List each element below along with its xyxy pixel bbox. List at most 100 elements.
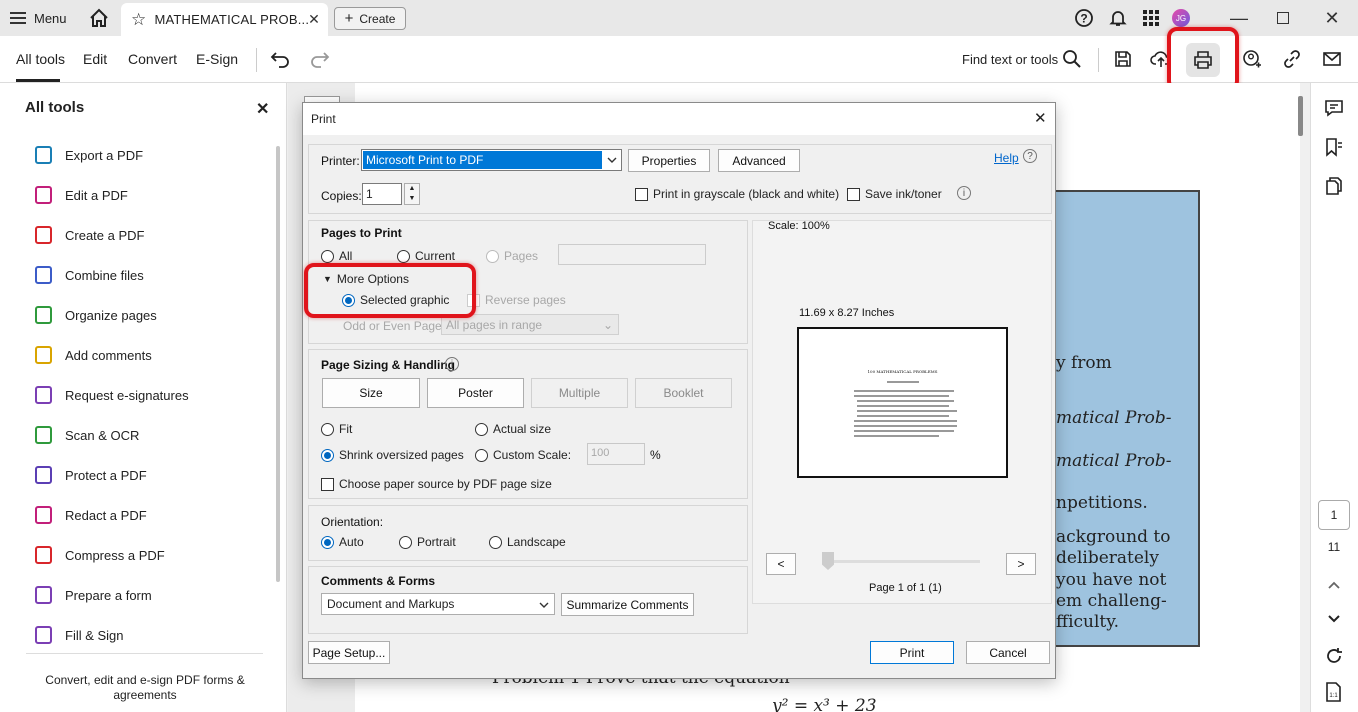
close-tab-icon[interactable]: ✕ — [308, 11, 320, 28]
undo-icon[interactable] — [269, 50, 291, 68]
save-ink-checkbox[interactable] — [847, 187, 860, 201]
sidebar-item-scan-ocr[interactable]: Scan & OCR — [35, 424, 139, 446]
actual-size-radio[interactable] — [475, 422, 488, 436]
avatar[interactable]: JG — [1172, 9, 1190, 27]
sidebar-scrollbar[interactable] — [276, 146, 280, 582]
comments-forms-select[interactable]: Document and Markups — [321, 593, 555, 615]
sidebar-item-prepare-a-form[interactable]: Prepare a form — [35, 584, 152, 606]
comments-forms-value: Document and Markups — [327, 597, 455, 611]
sidebar-item-create-a-pdf[interactable]: Create a PDF — [35, 224, 144, 246]
properties-button[interactable]: Properties — [628, 149, 710, 172]
pages-current-label: Current — [415, 249, 456, 263]
menu-button[interactable]: Menu — [10, 6, 67, 30]
sidebar-item-label: Prepare a form — [65, 587, 152, 603]
sidebar-item-redact-a-pdf[interactable]: Redact a PDF — [35, 504, 147, 526]
share-user-icon[interactable] — [1242, 49, 1262, 69]
sidebar-item-edit-a-pdf[interactable]: Edit a PDF — [35, 184, 128, 206]
sidebar-item-fill-sign[interactable]: Fill & Sign — [35, 624, 124, 646]
refresh-icon[interactable] — [1324, 646, 1344, 666]
bell-icon[interactable] — [1108, 8, 1128, 28]
sidebar-item-combine-files[interactable]: Combine files — [35, 264, 144, 286]
help-link[interactable]: Help — [994, 151, 1019, 165]
maximize-icon[interactable] — [1271, 6, 1295, 30]
sidebar-item-add-comments[interactable]: Add comments — [35, 344, 152, 366]
booklet-button[interactable]: Booklet — [635, 378, 732, 408]
help-circle-icon[interactable]: ? — [1023, 149, 1037, 163]
info-icon[interactable]: i — [445, 357, 459, 371]
pages-all-option[interactable]: All — [321, 249, 352, 263]
pages-current-radio[interactable] — [397, 249, 410, 263]
actual-size-option[interactable]: Actual size — [475, 422, 551, 436]
tab-e-sign[interactable]: E-Sign — [196, 51, 238, 67]
right-rail: 1:1 — [1310, 83, 1358, 712]
fit-option[interactable]: Fit — [321, 422, 352, 436]
orientation-landscape-option[interactable]: Landscape — [489, 535, 566, 549]
preview-next-button[interactable]: > — [1006, 553, 1036, 575]
sidebar-item-export-a-pdf[interactable]: Export a PDF — [35, 144, 143, 166]
fit-radio[interactable] — [321, 422, 334, 436]
printer-select[interactable]: Microsoft Print to PDF — [361, 149, 622, 171]
summarize-comments-button[interactable]: Summarize Comments — [561, 593, 694, 616]
custom-scale-option[interactable]: Custom Scale: — [475, 448, 571, 462]
size-button[interactable]: Size — [322, 378, 420, 408]
print-confirm-button[interactable]: Print — [870, 641, 954, 664]
preview-prev-button[interactable]: < — [766, 553, 796, 575]
help-icon[interactable]: ? — [1074, 8, 1094, 28]
apps-grid-icon[interactable] — [1141, 8, 1161, 28]
advanced-button[interactable]: Advanced — [718, 149, 800, 172]
sidebar-item-compress-a-pdf[interactable]: Compress a PDF — [35, 544, 165, 566]
tab-all-tools[interactable]: All tools — [16, 51, 65, 67]
chevron-down-icon[interactable] — [1325, 612, 1343, 626]
grayscale-option[interactable]: Print in grayscale (black and white) — [635, 187, 839, 201]
star-icon[interactable]: ☆ — [131, 10, 146, 30]
multiple-button[interactable]: Multiple — [531, 378, 628, 408]
document-tab[interactable]: ☆ MATHEMATICAL PROB... ✕ — [121, 3, 328, 36]
orientation-landscape-radio[interactable] — [489, 535, 502, 549]
find-text-label[interactable]: Find text or tools — [962, 52, 1058, 67]
pages-copy-icon[interactable] — [1323, 176, 1345, 196]
create-button[interactable]: + Create — [334, 7, 406, 30]
custom-scale-input[interactable]: 100 — [587, 443, 645, 465]
copies-stepper[interactable]: ▲ ▼ — [404, 183, 420, 205]
poster-button[interactable]: Poster — [427, 378, 524, 408]
sidebar-close-icon[interactable]: ✕ — [256, 99, 269, 119]
home-icon[interactable] — [88, 7, 110, 29]
orientation-portrait-option[interactable]: Portrait — [399, 535, 456, 549]
shrink-option[interactable]: Shrink oversized pages — [321, 448, 464, 462]
window-close-icon[interactable]: ✕ — [1320, 6, 1344, 30]
paper-source-checkbox[interactable] — [321, 477, 334, 491]
page-number-input[interactable]: 1 — [1318, 500, 1350, 530]
copies-input[interactable]: 1 — [362, 183, 402, 205]
sidebar-item-protect-a-pdf[interactable]: Protect a PDF — [35, 464, 147, 486]
tab-convert[interactable]: Convert — [128, 51, 177, 67]
page-setup-button[interactable]: Page Setup... — [308, 641, 390, 664]
paper-source-option[interactable]: Choose paper source by PDF page size — [321, 477, 552, 491]
pages-current-option[interactable]: Current — [397, 249, 455, 263]
info-icon[interactable]: i — [957, 186, 971, 200]
actual-size-icon[interactable]: 1:1 — [1324, 681, 1344, 703]
doc-text-line: fficulty. — [1056, 612, 1120, 632]
orientation-auto-option[interactable]: Auto — [321, 535, 364, 549]
mail-icon[interactable] — [1322, 50, 1342, 68]
save-icon[interactable] — [1113, 49, 1133, 69]
comment-icon[interactable] — [1323, 98, 1345, 118]
custom-scale-radio[interactable] — [475, 448, 488, 462]
tab-edit[interactable]: Edit — [83, 51, 107, 67]
cancel-button[interactable]: Cancel — [966, 641, 1050, 664]
document-scrollbar[interactable] — [1298, 96, 1303, 136]
sidebar-item-organize-pages[interactable]: Organize pages — [35, 304, 157, 326]
grayscale-checkbox[interactable] — [635, 187, 648, 201]
link-icon[interactable] — [1282, 49, 1302, 69]
orientation-auto-radio[interactable] — [321, 535, 334, 549]
search-icon[interactable] — [1062, 49, 1082, 69]
redo-icon[interactable] — [309, 50, 331, 68]
pages-all-radio[interactable] — [321, 249, 334, 263]
bookmark-icon[interactable] — [1323, 137, 1345, 157]
save-ink-option[interactable]: Save ink/toner — [847, 187, 942, 201]
chevron-up-icon[interactable] — [1325, 578, 1343, 592]
shrink-radio[interactable] — [321, 448, 334, 462]
dialog-close-icon[interactable]: ✕ — [1034, 109, 1047, 127]
orientation-portrait-radio[interactable] — [399, 535, 412, 549]
sidebar-item-request-e-signatures[interactable]: Request e-signatures — [35, 384, 189, 406]
preview-slider-track[interactable] — [826, 560, 980, 563]
